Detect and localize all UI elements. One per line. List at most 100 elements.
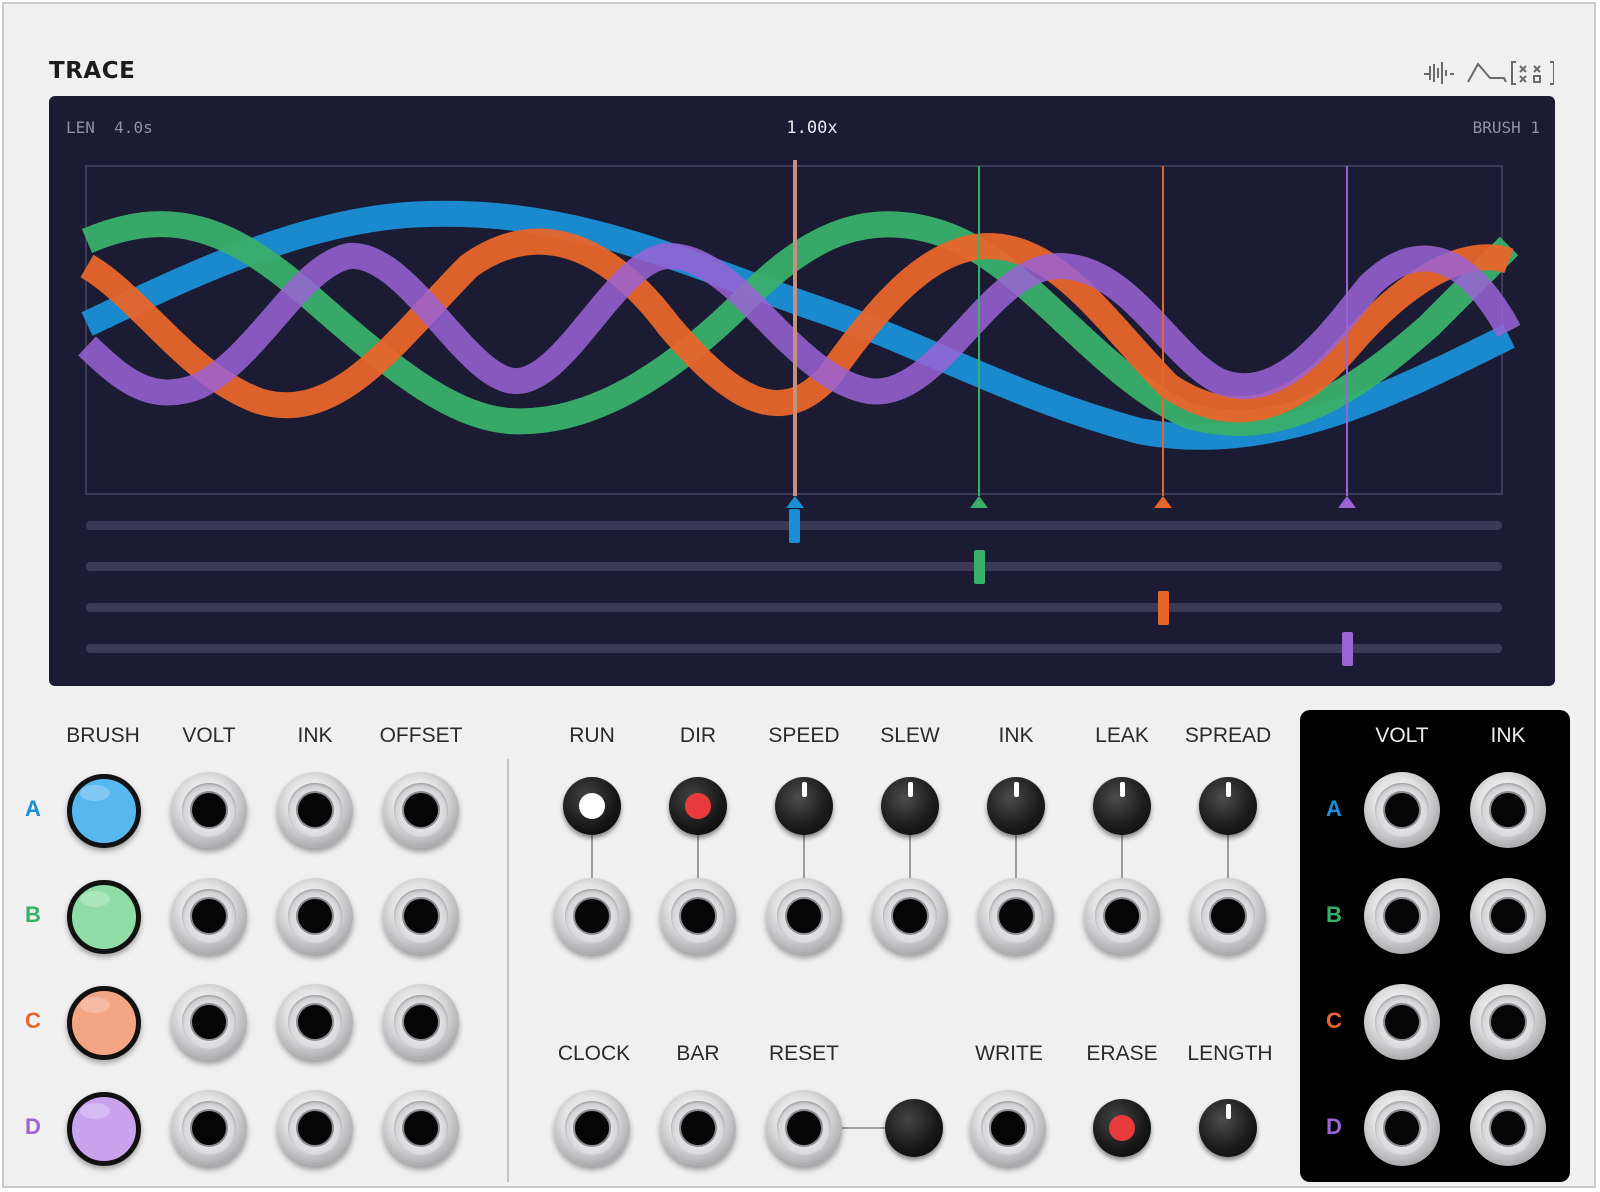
header-reset: RESET: [768, 1042, 839, 1065]
reset-link-line: [840, 1127, 890, 1129]
output-header-volt: VOLT: [1375, 724, 1429, 747]
ink-knob[interactable]: [987, 777, 1045, 835]
brush-d-button[interactable]: [67, 1092, 141, 1166]
speed-knob[interactable]: [775, 777, 833, 835]
length-knob[interactable]: [1199, 1099, 1257, 1157]
row-label-a: A: [25, 796, 41, 821]
reset-button[interactable]: [885, 1099, 943, 1157]
ink-cv-jack[interactable]: [978, 878, 1054, 954]
row-label-c: C: [25, 1008, 41, 1033]
out-volt-a-jack[interactable]: [1364, 772, 1440, 848]
output-row-label-a: A: [1326, 796, 1342, 821]
brush-b-button[interactable]: [67, 880, 141, 954]
track-c-position: [1158, 591, 1169, 625]
run-link-line: [591, 834, 593, 884]
out-ink-b-jack[interactable]: [1470, 878, 1546, 954]
header-volt: VOLT: [182, 724, 236, 747]
ink-link-line: [1015, 834, 1017, 884]
dir-light: [685, 793, 711, 819]
track-d-position: [1342, 632, 1353, 666]
row-label-d: D: [25, 1114, 41, 1139]
speed-link-line: [803, 834, 805, 884]
run-button[interactable]: [563, 777, 621, 835]
volt-d-jack[interactable]: [171, 1090, 247, 1166]
erase-button[interactable]: [1093, 1099, 1151, 1157]
header-length: LENGTH: [1187, 1042, 1273, 1065]
trace-module-panel: TRACE LEN 4.0s 1.00x BRUSH 1 BRUSH VOLT …: [2, 2, 1596, 1188]
offset-a-jack[interactable]: [383, 772, 459, 848]
row-label-b: B: [25, 902, 41, 927]
slew-knob[interactable]: [881, 777, 939, 835]
header-ink-param: INK: [998, 724, 1034, 747]
trace-curves: [78, 160, 1521, 666]
spread-link-line: [1227, 834, 1229, 884]
run-cv-jack[interactable]: [554, 878, 630, 954]
trace-d-curve: [78, 242, 1521, 406]
write-jack[interactable]: [970, 1090, 1046, 1166]
module-title: TRACE: [49, 58, 136, 84]
out-ink-c-jack[interactable]: [1470, 984, 1546, 1060]
offset-d-jack[interactable]: [383, 1090, 459, 1166]
playhead-c-marker: [1154, 496, 1172, 508]
track-b-position: [974, 550, 985, 584]
run-light: [579, 793, 605, 819]
slew-link-line: [909, 834, 911, 884]
dir-cv-jack[interactable]: [660, 878, 736, 954]
leak-link-line: [1121, 834, 1123, 884]
erase-light: [1109, 1115, 1135, 1141]
spread-cv-jack[interactable]: [1190, 878, 1266, 954]
reset-jack[interactable]: [766, 1090, 842, 1166]
leak-cv-jack[interactable]: [1084, 878, 1160, 954]
header-dir: DIR: [679, 724, 717, 747]
spread-knob[interactable]: [1199, 777, 1257, 835]
playhead-b-marker: [970, 496, 988, 508]
header-clock: CLOCK: [557, 1042, 631, 1065]
brush-a-button[interactable]: [67, 774, 141, 848]
volt-c-jack[interactable]: [171, 984, 247, 1060]
track-c-bar: [86, 603, 1502, 612]
out-ink-d-jack[interactable]: [1470, 1090, 1546, 1166]
volt-a-jack[interactable]: [171, 772, 247, 848]
ink-a-jack[interactable]: [277, 772, 353, 848]
bar-jack[interactable]: [660, 1090, 736, 1166]
output-panel: VOLT INK A B C D: [1300, 710, 1570, 1182]
dir-link-line: [697, 834, 699, 884]
ink-c-jack[interactable]: [277, 984, 353, 1060]
playhead-d-marker: [1338, 496, 1356, 508]
header-offset: OFFSET: [379, 724, 463, 747]
track-a-position: [789, 509, 800, 543]
out-volt-d-jack[interactable]: [1364, 1090, 1440, 1166]
output-row-label-d: D: [1326, 1114, 1342, 1139]
leak-knob[interactable]: [1093, 777, 1151, 835]
output-header-ink: INK: [1490, 724, 1526, 747]
speed-cv-jack[interactable]: [766, 878, 842, 954]
track-b-bar: [86, 562, 1502, 571]
playhead-a-marker: [786, 496, 804, 508]
header-ink: INK: [297, 724, 333, 747]
out-volt-b-jack[interactable]: [1364, 878, 1440, 954]
track-d-bar: [86, 644, 1502, 653]
offset-c-jack[interactable]: [383, 984, 459, 1060]
output-row-label-c: C: [1326, 1008, 1342, 1033]
out-volt-c-jack[interactable]: [1364, 984, 1440, 1060]
header-speed: SPEED: [768, 724, 840, 747]
brush-c-button[interactable]: [67, 986, 141, 1060]
output-row-label-b: B: [1326, 902, 1342, 927]
ink-b-jack[interactable]: [277, 878, 353, 954]
header-write: WRITE: [975, 1042, 1043, 1065]
header-leak: LEAK: [1095, 724, 1149, 747]
ink-d-jack[interactable]: [277, 1090, 353, 1166]
waveform-envelope-dice-logo: [1424, 61, 1554, 85]
section-divider: [507, 759, 509, 1182]
volt-b-jack[interactable]: [171, 878, 247, 954]
header-spread: SPREAD: [1184, 724, 1272, 747]
slew-cv-jack[interactable]: [872, 878, 948, 954]
dir-button[interactable]: [669, 777, 727, 835]
clock-jack[interactable]: [554, 1090, 630, 1166]
header-bar: BAR: [676, 1042, 720, 1065]
offset-b-jack[interactable]: [383, 878, 459, 954]
out-ink-a-jack[interactable]: [1470, 772, 1546, 848]
header-brush: BRUSH: [66, 724, 140, 747]
header-slew: SLEW: [880, 724, 940, 747]
header-run: RUN: [569, 724, 615, 747]
